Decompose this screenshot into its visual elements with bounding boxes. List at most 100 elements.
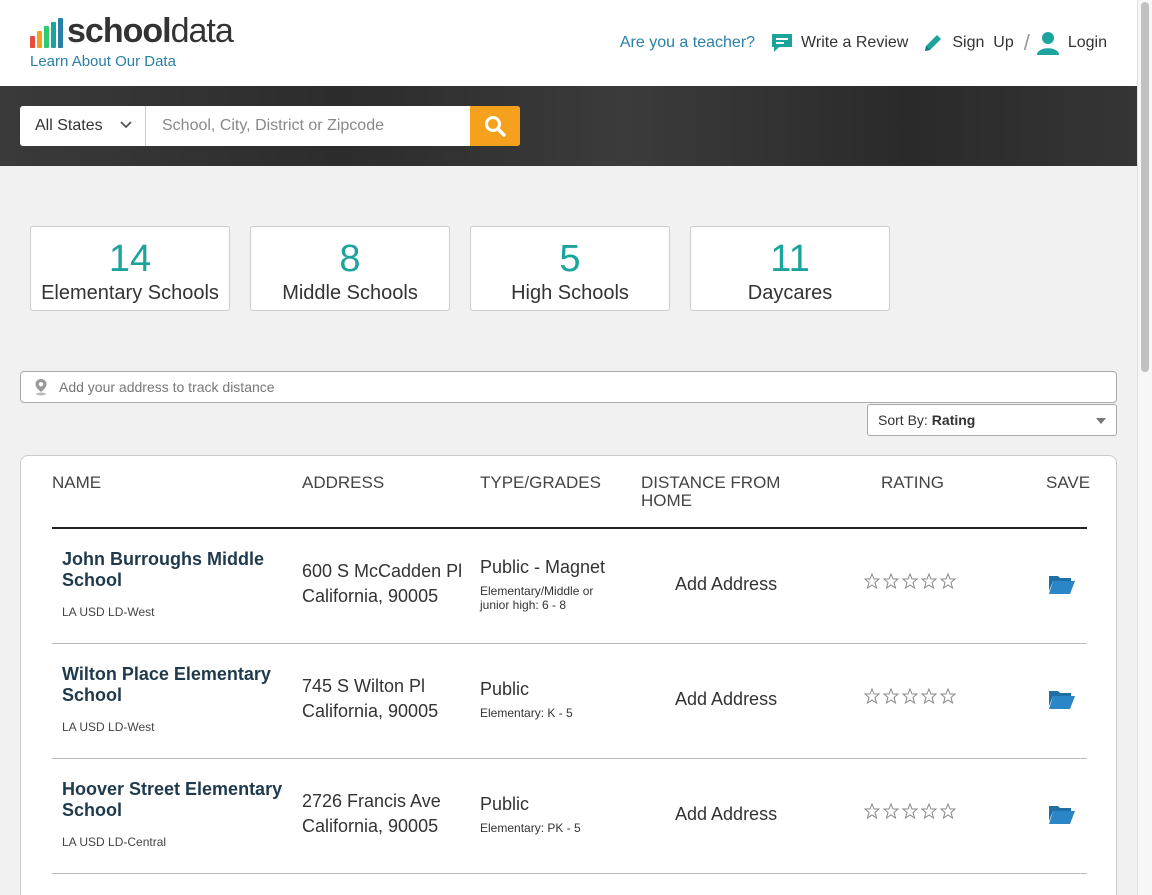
learn-about-data-link[interactable]: Learn About Our Data — [30, 53, 176, 70]
sort-by-label: Sort By: — [878, 412, 928, 428]
header-rating[interactable]: RATING — [881, 474, 944, 492]
pencil-icon — [925, 35, 942, 51]
address-street: 745 S Wilton Pl — [302, 676, 426, 696]
school-address: 600 S McCadden Pl California, 90005 — [302, 559, 467, 609]
card-count: 14 — [108, 238, 152, 280]
school-grades: Elementary: K - 5 — [480, 706, 573, 720]
caret-down-icon — [1096, 418, 1106, 424]
star-outline-icon — [940, 573, 956, 589]
school-type: Public — [480, 679, 530, 699]
login-label: Login — [1067, 34, 1107, 51]
header-distance-line2: HOME — [641, 491, 692, 510]
search-icon — [485, 116, 506, 137]
rating-stars — [864, 803, 956, 819]
school-name-link[interactable]: John Burroughs Middle School — [62, 549, 292, 591]
card-count: 11 — [770, 238, 810, 280]
star-outline-icon — [940, 688, 956, 704]
page-scrollbar-thumb[interactable] — [1141, 2, 1149, 372]
search-banner: All States — [0, 86, 1137, 166]
address-street: 2726 Francis Ave — [302, 791, 441, 811]
card-label: Daycares — [747, 282, 833, 304]
school-grades: Elementary/Middle or junior high: 6 - 8 — [480, 584, 594, 612]
school-type: Public - Magnet — [480, 557, 606, 577]
star-outline-icon — [883, 688, 899, 704]
card-label: Elementary Schools — [41, 282, 219, 304]
header-address[interactable]: ADDRESS — [302, 474, 384, 492]
school-type: Public — [480, 794, 530, 814]
sign-up-link[interactable]: Sign Up — [922, 32, 1014, 54]
card-elementary-schools[interactable]: 14 Elementary Schools — [30, 226, 230, 311]
address-bar — [20, 371, 1117, 403]
map-pin-icon — [35, 379, 47, 396]
star-outline-icon — [902, 573, 918, 589]
card-high-schools[interactable]: 5 High Schools — [470, 226, 670, 311]
save-folder-button[interactable] — [1048, 573, 1076, 600]
school-name-link[interactable]: Wilton Place Elementary School — [62, 664, 292, 706]
card-count: 5 — [559, 238, 581, 280]
school-grades: Elementary: PK - 5 — [480, 821, 581, 835]
school-name-link[interactable]: Hoover Street Elementary School — [62, 779, 292, 821]
table-row: John Burroughs Middle School LA USD LD-W… — [52, 529, 1087, 644]
table-row: Wilton Place Elementary School LA USD LD… — [52, 644, 1087, 759]
school-results-table: NAME ADDRESS TYPE/GRADES DISTANCE FROM H… — [20, 455, 1117, 895]
folder-open-icon — [1049, 576, 1075, 594]
school-district: LA USD LD-West — [62, 605, 155, 619]
header-type-grades[interactable]: TYPE/GRADES — [480, 474, 601, 492]
star-outline-icon — [864, 688, 880, 704]
logo-wordmark: schooldata — [67, 12, 234, 50]
folder-open-icon — [1049, 691, 1075, 709]
state-select[interactable]: All States — [20, 106, 146, 146]
logo-bars-icon — [30, 18, 63, 48]
card-count: 8 — [339, 238, 361, 280]
add-address-link[interactable]: Add Address — [675, 804, 777, 825]
address-city: California, 90005 — [302, 701, 439, 721]
school-district: LA USD LD-West — [62, 720, 155, 734]
star-outline-icon — [921, 573, 937, 589]
header-distance[interactable]: DISTANCE FROM HOME — [641, 474, 780, 510]
table-header: NAME ADDRESS TYPE/GRADES DISTANCE FROM H… — [52, 456, 1091, 529]
search-button[interactable] — [470, 106, 520, 146]
star-outline-icon — [883, 803, 899, 819]
star-outline-icon — [902, 803, 918, 819]
save-folder-button[interactable] — [1048, 688, 1076, 715]
header-name[interactable]: NAME — [52, 474, 101, 492]
search-form: All States — [20, 106, 520, 146]
address-input[interactable] — [59, 379, 1059, 395]
sort-by-value: Rating — [931, 412, 976, 428]
state-select-value: All States — [35, 117, 103, 134]
star-outline-icon — [921, 803, 937, 819]
write-review-link[interactable]: Write a Review — [771, 32, 908, 54]
address-street: 600 S McCadden Pl — [302, 561, 463, 581]
star-outline-icon — [921, 688, 937, 704]
sort-by-select[interactable]: Sort By: Rating — [867, 404, 1117, 436]
user-icon — [1036, 32, 1059, 55]
folder-open-icon — [1049, 806, 1075, 824]
address-city: California, 90005 — [302, 816, 439, 836]
nav-separator: / — [1023, 30, 1030, 55]
star-outline-icon — [864, 573, 880, 589]
rating-stars — [864, 573, 956, 589]
school-type-cards: 14 Elementary Schools 8 Middle Schools 5… — [30, 226, 890, 311]
site-header: schooldata Learn About Our Data Are you … — [0, 0, 1137, 86]
add-address-link[interactable]: Add Address — [675, 574, 777, 595]
teacher-link[interactable]: Are you a teacher? — [620, 34, 755, 52]
save-folder-button[interactable] — [1048, 803, 1076, 830]
star-outline-icon — [864, 803, 880, 819]
site-logo[interactable]: schooldata — [30, 12, 234, 50]
star-outline-icon — [940, 803, 956, 819]
school-address: 745 S Wilton Pl California, 90005 — [302, 674, 467, 724]
sign-up-label: Sign Up — [952, 34, 1014, 51]
star-outline-icon — [902, 688, 918, 704]
card-label: High Schools — [511, 282, 629, 304]
address-city: California, 90005 — [302, 586, 439, 606]
top-nav: Are you a teacher? Write a Review Sign U… — [620, 30, 1107, 56]
header-save: SAVE — [1046, 473, 1091, 492]
school-address: 2726 Francis Ave California, 90005 — [302, 789, 467, 839]
card-label: Middle Schools — [282, 282, 418, 304]
comment-icon — [772, 34, 793, 52]
card-middle-schools[interactable]: 8 Middle Schools — [250, 226, 450, 311]
add-address-link[interactable]: Add Address — [675, 689, 777, 710]
card-daycares[interactable]: 11 Daycares — [690, 226, 890, 311]
login-link[interactable]: Login — [1036, 31, 1107, 55]
search-input[interactable] — [146, 106, 470, 146]
